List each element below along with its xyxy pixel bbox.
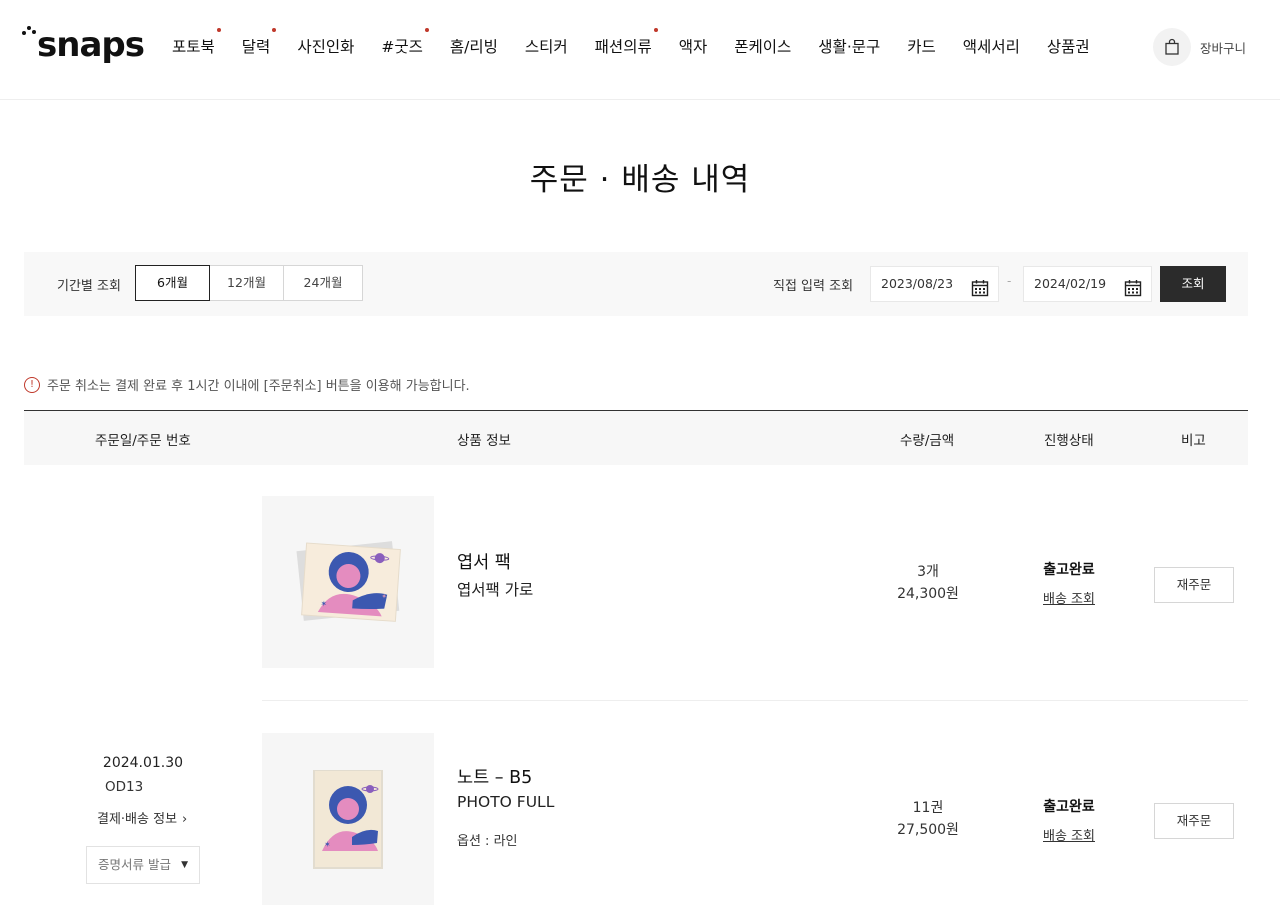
nav-item-accessory[interactable]: 액세서리 [963,36,1020,58]
nav-item-sticker[interactable]: 스티커 [525,36,568,58]
period-filter-label: 기간별 조회 [57,279,121,294]
column-header-qty-price: 수량/금액 [900,433,955,449]
date-range-separator: - [1007,274,1012,288]
calendar-icon[interactable] [971,276,989,310]
shopping-bag-icon [1153,28,1191,66]
svg-text:✦: ✦ [381,592,388,600]
column-header-status: 진행상태 [1044,433,1094,449]
period-24-months-button[interactable]: 24개월 [283,265,363,301]
cancel-notice-text: 주문 취소는 결제 완료 후 1시간 이내에 [주문취소] 버튼을 이용해 가능… [47,379,470,394]
product-name[interactable]: 노트 – B5 [457,764,532,789]
site-header: snaps 포토북 달력 사진인화 #굿즈 홈/리빙 스티커 패션의류 액자 폰… [0,0,1280,100]
column-header-order: 주문일/주문 번호 [95,433,191,449]
search-button[interactable]: 조회 [1160,266,1226,302]
new-dot-icon [653,28,658,32]
calendar-icon[interactable] [1124,276,1142,310]
quantity: 11권 [912,800,944,816]
logo-text: snaps [37,25,145,65]
cart-label: 장바구니 [1200,40,1247,56]
postcard-image: ✶ ✦ [296,541,401,622]
logo[interactable]: snaps [22,24,145,70]
period-6-months-button[interactable]: 6개월 [135,265,210,301]
quantity: 3개 [917,564,939,580]
start-date-input[interactable]: 2023/08/23 [870,266,999,302]
end-date-value: 2024/02/19 [1034,276,1107,291]
reorder-button[interactable]: 재주문 [1154,803,1234,839]
notebook-image: ✶ [313,770,383,869]
reorder-button[interactable]: 재주문 [1154,567,1234,603]
order-status: 출고완료 [1043,562,1095,578]
date-filter-bar: 기간별 조회 6개월 12개월 24개월 직접 입력 조회 2023/08/23… [24,252,1248,316]
direct-date-label: 직접 입력 조회 [773,279,854,294]
column-header-product: 상품 정보 [457,433,511,449]
chevron-right-icon: › [182,812,188,827]
product-sub-name: 엽서팩 가로 [457,581,534,599]
end-date-input[interactable]: 2024/02/19 [1023,266,1152,302]
nav-item-fashion[interactable]: 패션의류 [595,28,658,58]
nav-item-frame[interactable]: 액자 [679,36,708,58]
product-name[interactable]: 엽서 팩 [457,549,511,574]
nav-item-card[interactable]: 카드 [907,36,936,58]
product-thumbnail[interactable]: ✶ ✦ [262,496,434,668]
period-button-group: 6개월 12개월 24개월 [135,265,363,301]
nav-item-calendar[interactable]: 달력 [242,28,277,58]
caret-down-icon: ▼ [181,860,188,870]
main-nav: 포토북 달력 사진인화 #굿즈 홈/리빙 스티커 패션의류 액자 폰케이스 생활… [172,28,1117,58]
nav-item-photobook[interactable]: 포토북 [172,28,221,58]
period-12-months-button[interactable]: 12개월 [209,265,284,301]
svg-text:✶: ✶ [320,599,327,608]
nav-item-giftcard[interactable]: 상품권 [1047,36,1090,58]
svg-text:✶: ✶ [324,840,331,849]
new-dot-icon [424,28,429,32]
product-option: 옵션 : 라인 [457,834,518,849]
start-date-value: 2023/08/23 [881,276,954,291]
row-divider [262,700,1248,701]
track-delivery-link[interactable]: 배송 조회 [1009,588,1129,607]
nav-item-photo-print[interactable]: 사진인화 [297,36,354,58]
order-date: 2024.01.30 [102,755,184,771]
column-header-note: 비고 [1181,433,1206,449]
page-title: 주문 · 배송 내역 [529,162,751,198]
logo-mark-icon [22,26,36,40]
track-delivery-link[interactable]: 배송 조회 [1009,825,1129,844]
cancel-notice: ! 주문 취소는 결제 완료 후 1시간 이내에 [주문취소] 버튼을 이용해 … [24,375,470,394]
nav-item-goods[interactable]: #굿즈 [381,28,429,58]
quantity-price: 11권 27,500원 [858,797,998,841]
nav-item-phonecase[interactable]: 폰케이스 [734,36,791,58]
product-sub-name: PHOTO FULL [457,793,555,811]
price: 24,300원 [897,586,959,602]
order-status: 출고완료 [1043,799,1095,815]
certificate-issue-select[interactable]: 증명서류 발급 ▼ [86,846,200,884]
order-table-header: 주문일/주문 번호 상품 정보 수량/금액 진행상태 비고 [24,410,1248,465]
nav-item-home-living[interactable]: 홈/리빙 [450,36,498,58]
quantity-price: 3개 24,300원 [858,561,998,605]
alert-icon: ! [24,376,40,393]
price: 27,500원 [897,822,959,838]
product-thumbnail[interactable]: ✶ [262,733,434,905]
payment-delivery-info-link[interactable]: 결제·배송 정보 › [97,808,187,827]
new-dot-icon [272,28,277,32]
nav-item-stationery[interactable]: 생활·문구 [818,36,880,58]
cart-button[interactable]: 장바구니 [1153,28,1246,66]
order-number: OD13 [105,779,144,795]
certificate-select-value: 증명서류 발급 [98,857,171,872]
new-dot-icon [216,28,221,32]
